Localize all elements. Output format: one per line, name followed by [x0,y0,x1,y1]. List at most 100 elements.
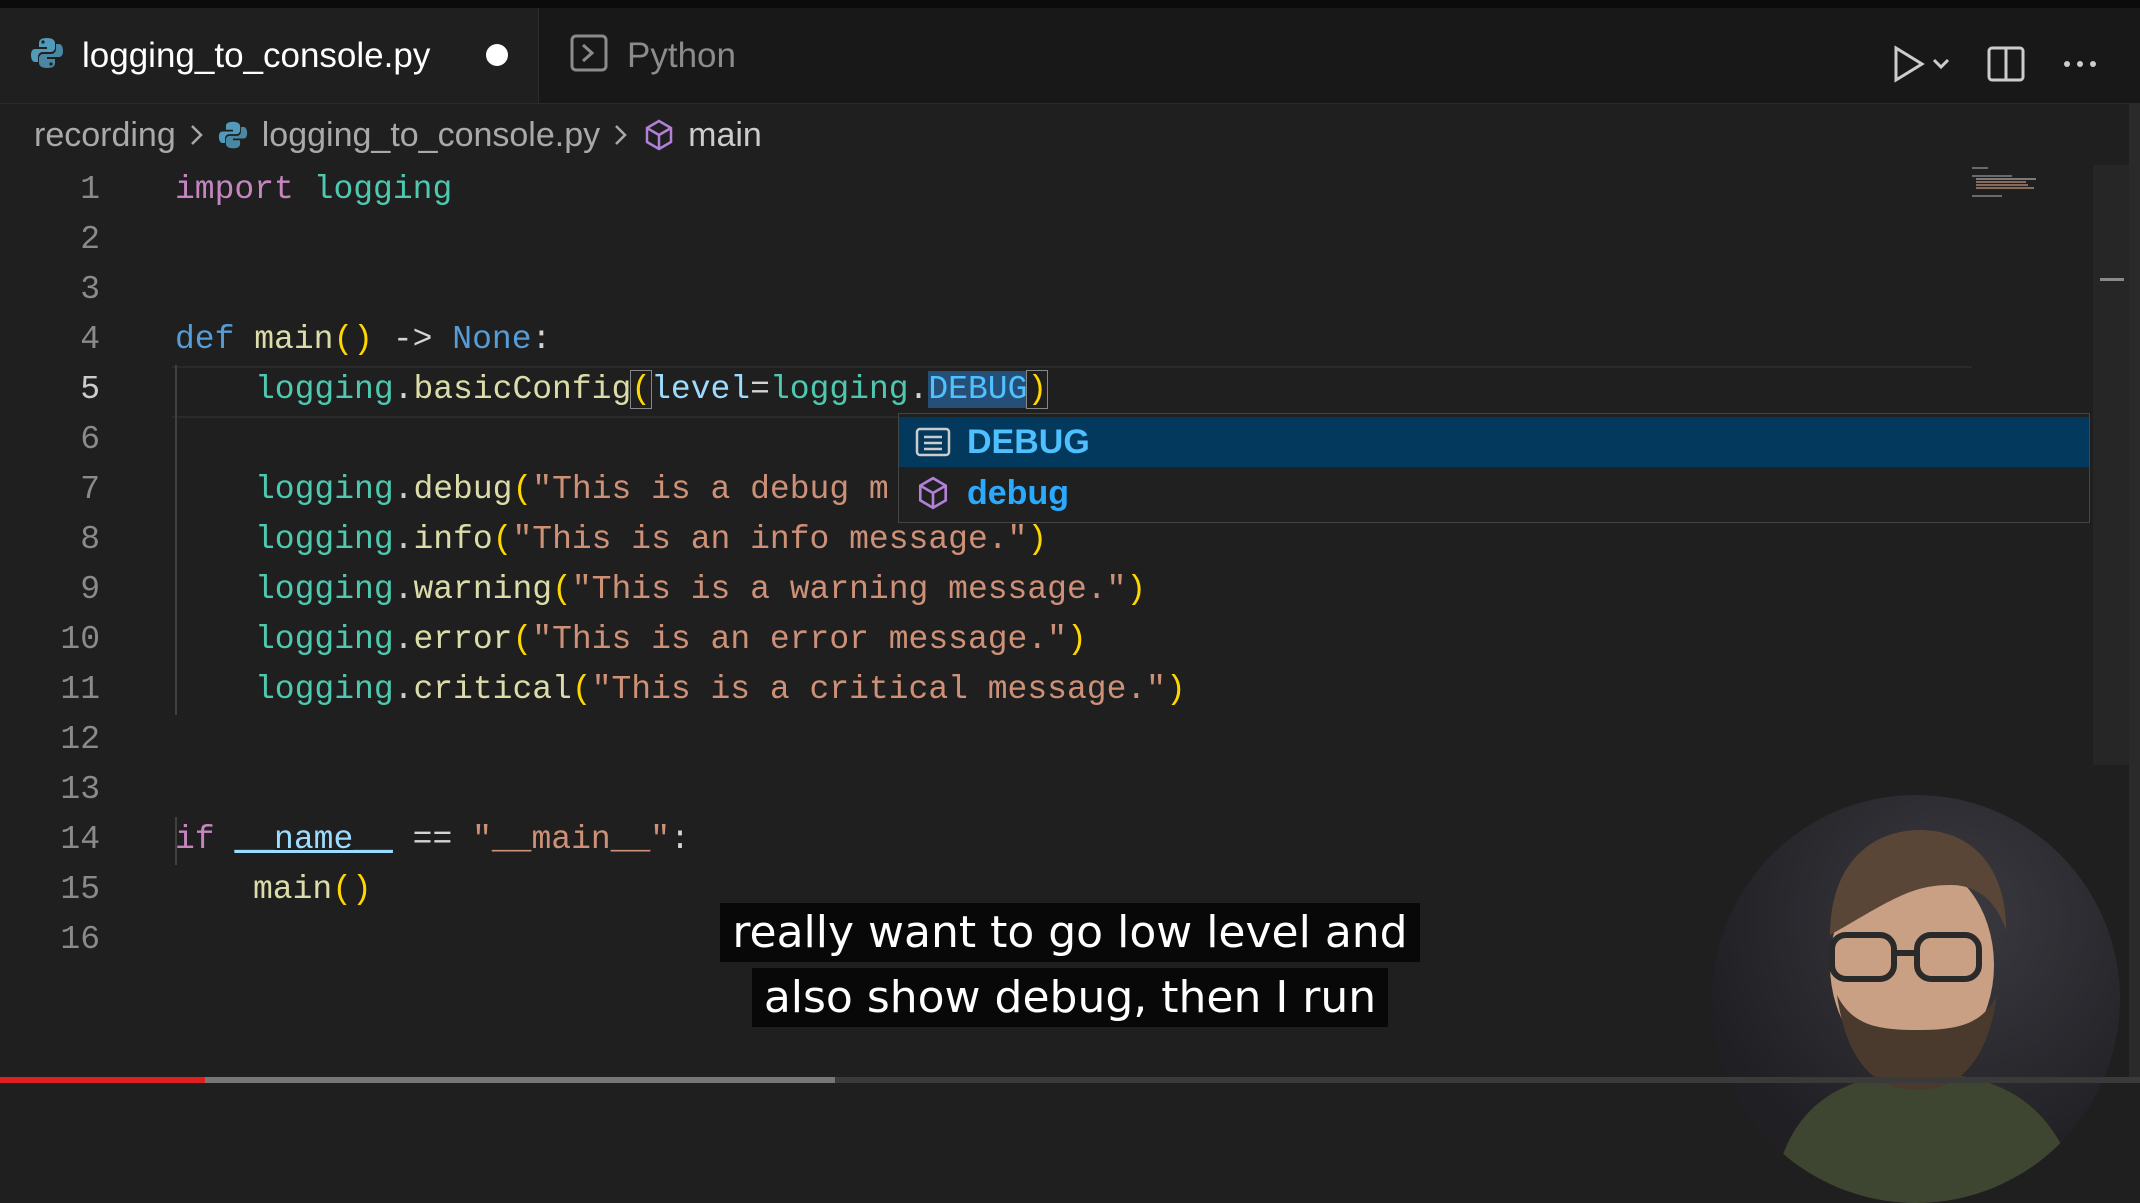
more-actions-icon[interactable] [2060,44,2100,84]
line-number: 8 [80,521,100,558]
tab-label: logging_to_console.py [82,35,431,75]
code-token: debug [413,471,513,508]
code-line: 1 import logging [0,165,2000,215]
breadcrumb-folder[interactable]: recording [34,116,176,155]
line-number: 3 [80,271,100,308]
code-token: critical [413,671,572,708]
code-line: 13 [0,765,2000,815]
chevron-right-icon [610,120,632,150]
suggestion-item-debug-method[interactable]: debug [899,468,2089,518]
code-token: () [332,871,372,908]
code-token: . [393,371,414,408]
terminal-icon [569,33,609,78]
line-number: 14 [60,821,100,858]
python-icon [218,120,248,150]
editor-tab-bar: logging_to_console.py Python [0,8,2140,104]
code-line: 3 [0,265,2000,315]
code-token: "This is an error message." [532,621,1067,658]
code-token: "This is a debug m [532,471,889,508]
line-number: 12 [60,721,100,758]
code-editor[interactable]: 1 import logging 2 3 4 def main() -> Non… [0,165,2095,958]
method-cube-icon [911,471,955,515]
code-token: __name__ [234,821,393,858]
code-token: . [908,371,929,408]
code-token: "__main__" [472,821,671,858]
line-number: 13 [60,771,100,808]
code-token: logging [313,171,453,208]
code-token: DEBUG [928,371,1028,408]
code-token: () [333,321,374,358]
code-token: logging [769,371,909,408]
subtitle-line-2: also show debug, then I run [0,968,2140,1027]
line-number: 2 [80,221,100,258]
autocomplete-suggestions: DEBUG debug [898,413,2090,523]
video-progress-bar[interactable] [0,1077,2140,1083]
line-number: 5 [80,371,100,408]
tab-label: Python [627,35,736,75]
code-token: "This is a warning message." [571,571,1127,608]
run-icon[interactable] [1892,42,1952,86]
code-token: logging [255,671,394,708]
code-token: None [452,321,532,358]
code-line: 9 logging.warning("This is a warning mes… [0,565,2000,615]
code-line: 12 [0,715,2000,765]
breadcrumb: recording logging_to_console.py main [34,104,762,166]
code-line: 2 [0,215,2000,265]
code-line: 14 if __name__ == "__main__": [0,815,2000,865]
line-number: 10 [60,621,100,658]
tab-logging-to-console[interactable]: logging_to_console.py [0,8,538,103]
suggestion-label: DEBUG [967,422,1090,461]
code-token: ) [1026,370,1049,409]
suggestion-label: debug [967,473,1069,512]
code-token: logging [255,371,394,408]
python-icon [30,36,64,75]
tab-python-terminal[interactable]: Python [538,8,868,103]
suggestion-item-debug-constant[interactable]: DEBUG [899,417,2089,467]
line-number: 1 [80,171,100,208]
code-token: import [175,171,294,208]
code-token: logging [255,571,394,608]
code-token: -> [373,321,453,358]
code-token: main [254,321,334,358]
editor-actions [1892,16,2100,111]
code-token: main [253,871,333,908]
code-token: : [531,321,552,358]
code-token: warning [413,571,553,608]
code-line: 4 def main() -> None: [0,315,2000,365]
editor-scrollbar[interactable] [2093,165,2129,765]
window-top-strip [0,0,2140,8]
code-token: logging [255,471,394,508]
line-number: 9 [80,571,100,608]
code-token: == [392,821,473,858]
code-token: "This is an info message." [512,521,1028,558]
code-token: "This is a critical message." [591,671,1166,708]
split-editor-icon[interactable] [1986,44,2026,84]
code-line: 5 logging.basicConfig(level=logging.DEBU… [0,365,2000,415]
code-token: level [651,371,751,408]
code-token: def [175,321,235,358]
line-number: 7 [80,471,100,508]
chevron-right-icon [186,120,208,150]
code-token: logging [255,521,394,558]
line-number: 4 [80,321,100,358]
code-token: basicConfig [413,371,632,408]
constant-icon [911,420,955,464]
buffered-progress [205,1077,835,1083]
breadcrumb-file[interactable]: logging_to_console.py [262,116,600,155]
line-number: 6 [80,421,100,458]
code-token: : [670,821,690,858]
code-line: 10 logging.error("This is an error messa… [0,615,2000,665]
code-line: 11 logging.critical("This is a critical … [0,665,2000,715]
minimap[interactable] [1970,165,2092,225]
code-token: = [750,371,770,408]
line-number: 11 [60,671,100,708]
unsaved-dot-icon[interactable] [486,44,508,66]
breadcrumb-symbol[interactable]: main [688,116,762,155]
scrollbar-thumb[interactable] [2100,278,2124,311]
code-token: logging [255,621,394,658]
code-token: ( [630,370,653,409]
subtitle-line-1: really want to go low level and [0,903,2140,962]
method-cube-icon [642,118,676,152]
code-token: info [413,521,493,558]
code-token: error [413,621,513,658]
